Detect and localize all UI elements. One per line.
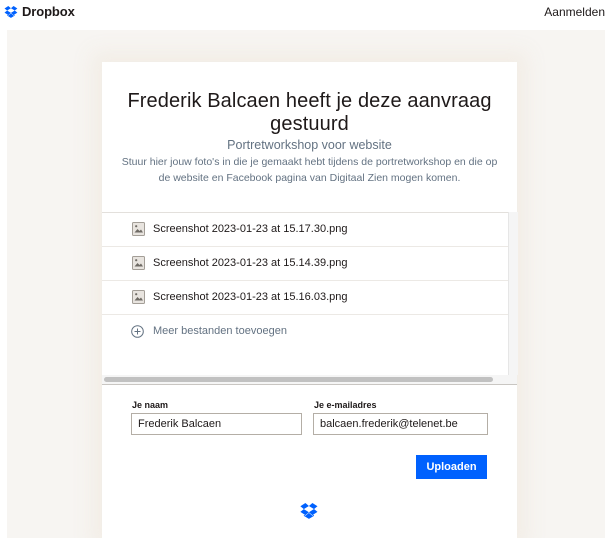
file-list: Screenshot 2023-01-23 at 15.17.30.png Sc… [102, 212, 508, 376]
plus-circle-icon [131, 325, 144, 338]
vertical-scrollbar[interactable] [508, 212, 518, 375]
request-title: Frederik Balcaen heeft je deze aanvraag … [127, 90, 492, 135]
email-input[interactable] [313, 413, 488, 435]
name-label: Je naam [132, 400, 169, 410]
file-request-card: Frederik Balcaen heeft je deze aanvraag … [102, 62, 518, 538]
file-name: Screenshot 2023-01-23 at 15.17.30.png [153, 223, 348, 235]
request-description: Stuur hier jouw foto's in die je gemaakt… [121, 156, 498, 184]
dropbox-footer-icon [300, 503, 318, 519]
email-label: Je e-mailadres [314, 400, 377, 410]
dropbox-icon [4, 5, 18, 18]
horizontal-scrollbar[interactable] [102, 375, 517, 385]
image-file-icon [132, 290, 145, 304]
sign-in-link[interactable]: Aanmelden [544, 5, 605, 19]
brand-name: Dropbox [22, 4, 75, 19]
file-name: Screenshot 2023-01-23 at 15.16.03.png [153, 291, 348, 303]
file-row[interactable]: Screenshot 2023-01-23 at 15.17.30.png [102, 213, 508, 247]
request-subtitle: Portretworkshop voor website [227, 138, 392, 152]
top-bar: Dropbox Aanmelden [0, 0, 605, 30]
horizontal-scrollbar-thumb[interactable] [104, 377, 493, 382]
dropbox-logo[interactable]: Dropbox [4, 4, 75, 19]
add-more-files-button[interactable]: Meer bestanden toevoegen [102, 316, 508, 346]
name-input[interactable] [131, 413, 302, 435]
image-file-icon [132, 256, 145, 270]
file-row[interactable]: Screenshot 2023-01-23 at 15.16.03.png [102, 281, 508, 315]
file-row[interactable]: Screenshot 2023-01-23 at 15.14.39.png [102, 247, 508, 281]
add-more-files-label: Meer bestanden toevoegen [153, 325, 287, 337]
file-name: Screenshot 2023-01-23 at 15.14.39.png [153, 257, 348, 269]
upload-button[interactable]: Uploaden [416, 455, 487, 479]
image-file-icon [132, 222, 145, 236]
